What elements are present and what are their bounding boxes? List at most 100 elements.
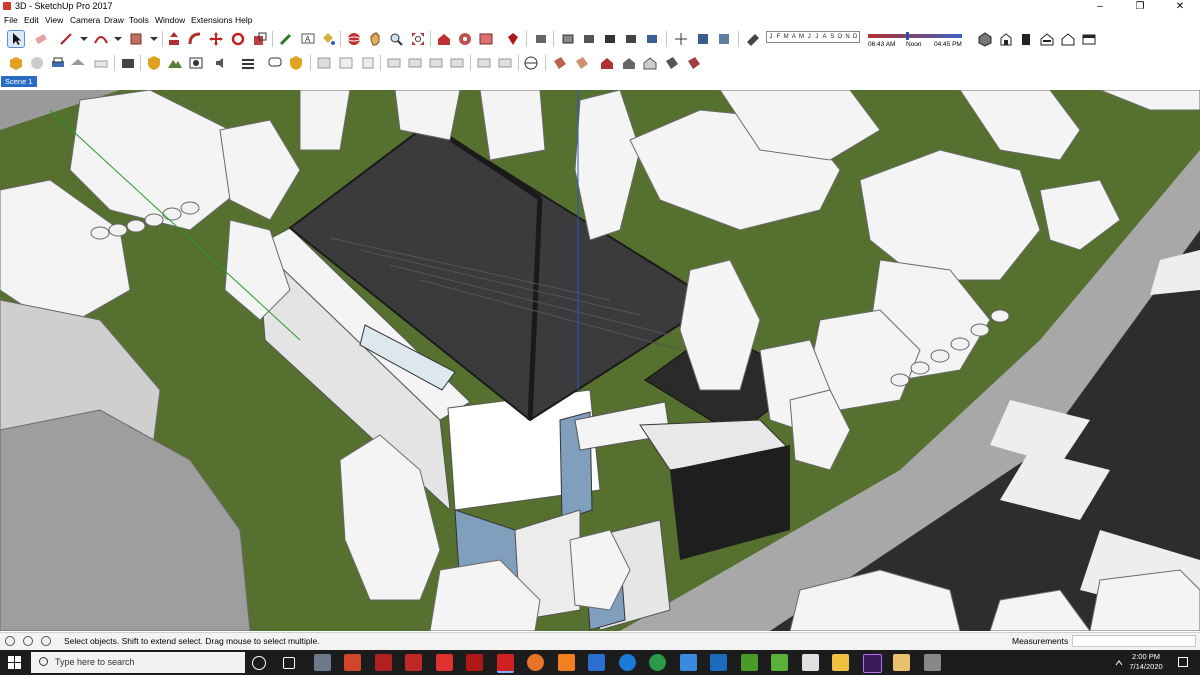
sandbox-icon[interactable] [70,55,86,71]
eraser-icon[interactable] [33,31,49,47]
section-plane-icon[interactable] [695,31,711,47]
iso-view-icon[interactable] [977,31,993,47]
menu-extensions[interactable]: Extensions [191,14,233,26]
photo-match-icon[interactable] [120,55,136,71]
nvidia-icon[interactable] [741,654,758,671]
shield-icon[interactable] [288,55,304,71]
app-icon[interactable] [344,654,361,671]
hidden-line-icon[interactable] [623,31,639,47]
cortana-icon[interactable] [252,656,266,670]
app-m-icon[interactable] [588,654,605,671]
component-icon[interactable] [533,31,549,47]
user-icon[interactable] [41,636,51,646]
firefox-icon[interactable] [527,654,544,671]
layers-icon[interactable] [240,55,256,71]
orbit-icon[interactable] [346,31,362,47]
back-view-icon[interactable] [1060,31,1076,47]
text-icon[interactable]: A [300,31,316,47]
app-icon[interactable] [924,654,941,671]
video-app-icon[interactable] [375,654,392,671]
styles-icon[interactable] [146,55,162,71]
follow-me-icon[interactable] [187,31,203,47]
vlc-icon[interactable] [558,654,575,671]
menu-edit[interactable]: Edit [24,14,39,26]
geo-location-icon[interactable] [5,636,15,646]
page-icon[interactable] [360,55,376,71]
premiere-icon[interactable] [863,654,882,673]
notifications-icon[interactable] [1178,657,1188,667]
warehouse-icon[interactable] [436,31,452,47]
paint-bucket-icon[interactable] [320,31,336,47]
camera-icon[interactable] [188,55,204,71]
menu-help[interactable]: Help [235,14,252,26]
mail-icon[interactable] [680,654,697,671]
restore-icon[interactable]: ❐ [1120,0,1160,13]
scene-tab[interactable]: Scene 1 [1,76,37,87]
chevron-up-icon[interactable] [1114,657,1124,667]
zoom-extents-icon[interactable] [410,31,426,47]
sketchup-task-icon[interactable] [497,654,514,673]
align-icon[interactable] [316,55,332,71]
solid-tools-icon[interactable] [8,55,24,71]
select-icon[interactable] [7,30,25,48]
camera-app-icon[interactable] [314,654,331,671]
xray-icon[interactable] [560,31,576,47]
wireframe-icon[interactable] [602,31,618,47]
terrain-icon[interactable] [167,55,183,71]
windows-start-icon[interactable] [8,656,21,669]
left-view-icon[interactable] [1081,31,1097,47]
move-icon[interactable] [208,31,224,47]
material-brick-icon[interactable] [552,55,568,71]
task-view-icon[interactable] [283,657,295,669]
sandbox-grid-icon[interactable] [386,55,402,71]
menu-file[interactable]: File [4,14,18,26]
material-red-icon[interactable] [686,55,702,71]
sound-icon[interactable] [214,55,230,71]
extension-warehouse-icon[interactable] [457,31,473,47]
house-gray-icon[interactable] [621,55,637,71]
shadow-toggle-icon[interactable] [745,31,761,47]
ruby-icon[interactable] [505,31,521,47]
folder-icon[interactable] [832,654,849,671]
sandbox-detail-icon[interactable] [476,55,492,71]
chrome-icon[interactable] [649,654,666,671]
camtasia-icon[interactable] [771,654,788,671]
menu-window[interactable]: Window [155,14,185,26]
autocad-icon[interactable] [436,654,453,671]
sandbox-stamp-icon[interactable] [428,55,444,71]
edge-icon[interactable] [619,654,636,671]
top-view-icon[interactable] [998,31,1014,47]
menu-camera[interactable]: Camera [70,14,100,26]
rectangle-icon[interactable] [128,31,144,47]
geo-location-icon[interactable] [523,55,539,71]
chevron-down-icon[interactable] [110,31,126,47]
push-pull-icon[interactable] [166,31,182,47]
taskbar-search-input[interactable]: Type here to search [31,652,245,673]
message-icon[interactable] [267,55,283,71]
time-slider[interactable] [868,34,962,38]
pdf-app-icon[interactable] [405,654,422,671]
house-red-icon[interactable] [599,55,615,71]
menu-view[interactable]: View [45,14,63,26]
sandbox-smoove-icon[interactable] [407,55,423,71]
stack-icon[interactable] [338,55,354,71]
right-view-icon[interactable] [1039,31,1055,47]
arc-icon[interactable] [93,31,109,47]
3d-viewport[interactable] [0,90,1200,631]
material-wood-icon[interactable] [574,55,590,71]
chevron-down-icon[interactable] [76,31,92,47]
drape-icon[interactable] [93,55,109,71]
sandbox-flip-icon[interactable] [497,55,513,71]
month-scale[interactable]: J F M A M J J A S O N D [766,31,860,43]
app-icon[interactable] [466,654,483,671]
axes-icon[interactable] [673,31,689,47]
sandbox-drape-icon[interactable] [449,55,465,71]
photoshop-icon[interactable] [710,654,727,671]
minimize-icon[interactable]: – [1080,0,1120,13]
pan-icon[interactable] [367,31,383,47]
section-cut-icon[interactable] [716,31,732,47]
back-edges-icon[interactable] [581,31,597,47]
close-icon[interactable]: ✕ [1160,0,1200,13]
outer-shell-icon[interactable] [29,55,45,71]
line-icon[interactable] [58,31,74,47]
